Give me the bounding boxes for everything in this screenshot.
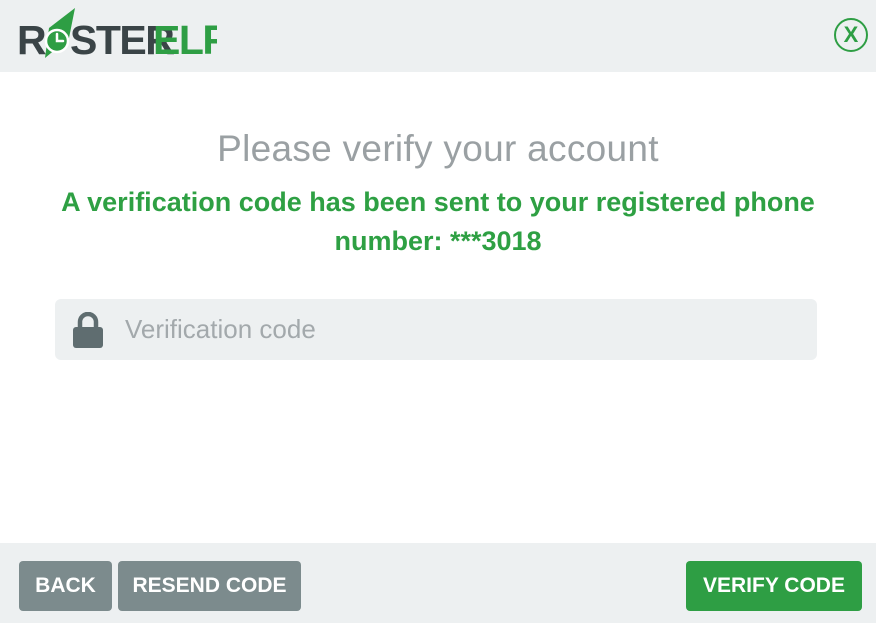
verification-dialog: R STER ELF X Please verify your account … [0, 0, 876, 623]
verification-message: A verification code has been sent to you… [61, 187, 815, 256]
close-icon: X [843, 22, 859, 47]
page-title: Please verify your account [217, 128, 659, 169]
dialog-footer: BACK RESEND CODE VERIFY CODE [0, 543, 876, 623]
verification-code-input[interactable] [125, 299, 805, 360]
verify-code-button[interactable]: VERIFY CODE [686, 561, 862, 611]
dialog-header: R STER ELF X [0, 0, 876, 72]
svg-text:ELF: ELF [153, 17, 217, 63]
resend-code-button[interactable]: RESEND CODE [118, 561, 301, 611]
close-button[interactable]: X [834, 18, 868, 52]
back-button[interactable]: BACK [19, 561, 112, 611]
svg-text:R: R [17, 17, 46, 63]
verification-code-field[interactable] [55, 299, 817, 360]
rosterelf-logo-mark: R STER ELF [17, 8, 217, 63]
lock-icon [73, 312, 103, 348]
rosterelf-logo: R STER ELF [17, 8, 217, 64]
